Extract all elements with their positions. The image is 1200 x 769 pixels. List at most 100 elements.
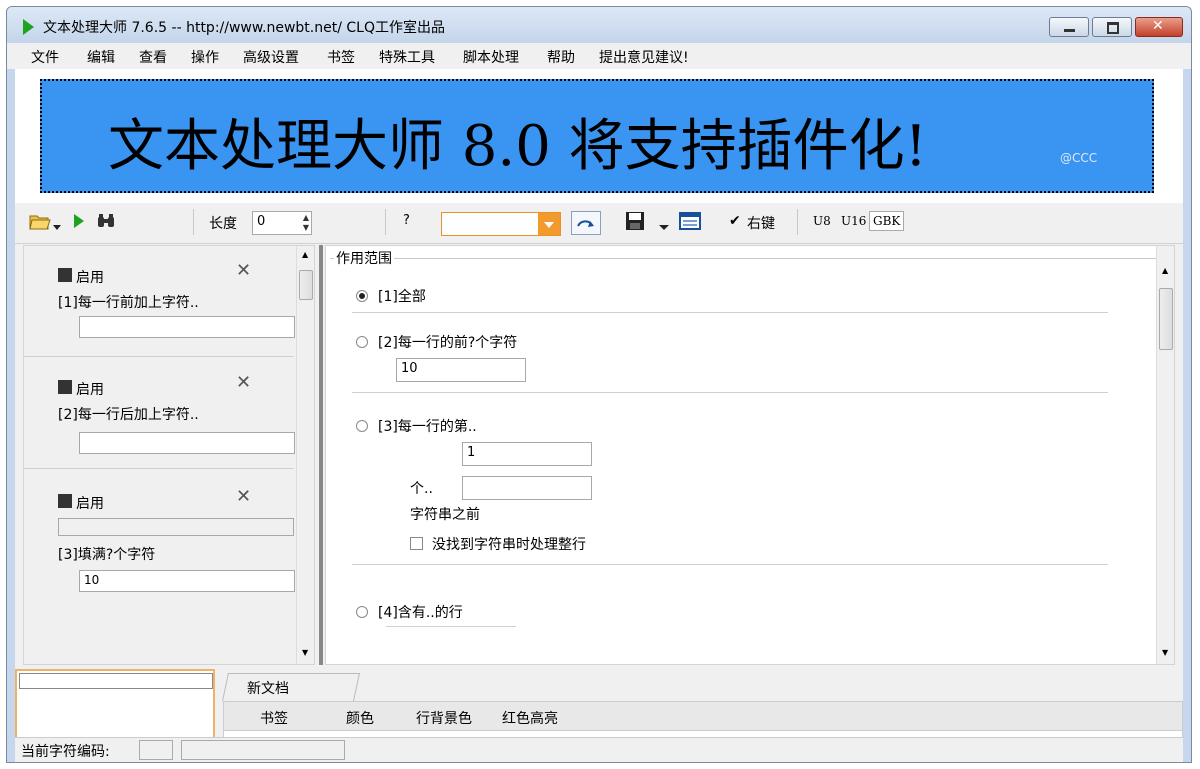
- app-window: 文本处理大师 7.6.5 -- http://www.newbt.net/ CL…: [6, 6, 1192, 763]
- length-value: 0: [257, 214, 266, 229]
- encoding-status-field: [139, 740, 173, 760]
- encoding-gbk-button[interactable]: GBK: [869, 211, 905, 231]
- window-title: 文本处理大师 7.6.5 -- http://www.newbt.net/ CL…: [43, 20, 445, 36]
- enable-checkbox[interactable]: [58, 494, 72, 508]
- scroll-up-icon[interactable]: ▲: [302, 250, 308, 259]
- window-icon[interactable]: [679, 212, 701, 234]
- app-play-icon: [23, 19, 34, 35]
- column-line-bg[interactable]: 行背景色: [416, 708, 472, 728]
- option-all-label: [1]全部: [378, 289, 426, 305]
- divider: [352, 312, 1108, 313]
- combo-dropdown-button[interactable]: [538, 213, 560, 235]
- menu-file[interactable]: 文件: [31, 47, 59, 67]
- radio-contains[interactable]: [356, 606, 368, 618]
- enable-label: 启用: [76, 496, 104, 512]
- maximize-button[interactable]: [1092, 17, 1132, 37]
- scroll-down-icon[interactable]: ▼: [1162, 648, 1168, 657]
- menu-script[interactable]: 脚本处理: [463, 47, 519, 67]
- prefix-input[interactable]: [79, 316, 295, 338]
- scope-panel: 作用范围 [1]全部 [2]每一行的前?个字符 10 [3]每一行的第.. 1 …: [325, 245, 1175, 665]
- right-scrollbar[interactable]: ▲ ▼: [1156, 246, 1174, 664]
- operation-card: 启用 ✕ [2]每一行后加上字符..: [24, 358, 295, 469]
- operation-label: [1]每一行前加上字符..: [58, 295, 199, 311]
- nth-start-input[interactable]: 1: [462, 442, 592, 466]
- left-scrollbar[interactable]: ▲ ▼: [296, 246, 314, 664]
- nth-string-input[interactable]: [462, 476, 592, 500]
- close-icon[interactable]: ✕: [236, 372, 251, 393]
- run-icon[interactable]: [73, 213, 85, 233]
- radio-all[interactable]: [356, 290, 368, 302]
- option-contains-label: [4]含有..的行: [378, 605, 463, 621]
- title-bar: 文本处理大师 7.6.5 -- http://www.newbt.net/ CL…: [7, 7, 1191, 43]
- chevron-down-icon[interactable]: [659, 219, 669, 235]
- divider: [352, 564, 1108, 565]
- toolbar-separator: [193, 209, 194, 235]
- before-string-label: 字符串之前: [410, 507, 480, 523]
- menu-edit[interactable]: 编辑: [87, 47, 115, 67]
- enable-checkbox[interactable]: [58, 268, 72, 282]
- radio-nth[interactable]: [356, 420, 368, 432]
- preview-field[interactable]: [19, 673, 213, 689]
- enable-label: 启用: [76, 382, 104, 398]
- radio-first-n-chars[interactable]: [356, 336, 368, 348]
- length-stepper[interactable]: 0 ▲ ▼: [252, 211, 312, 235]
- status-bar: 当前字符编码:: [15, 737, 1183, 762]
- ad-banner[interactable]: 文本处理大师 8.0 将支持插件化! @CCC: [40, 79, 1154, 193]
- menu-bookmarks[interactable]: 书签: [327, 47, 355, 67]
- client-area: 文本处理大师 8.0 将支持插件化! @CCC 长度 0 ▲ ▼ ? ✔ 右键 …: [15, 69, 1183, 762]
- scroll-down-icon[interactable]: ▼: [302, 648, 308, 657]
- scroll-thumb[interactable]: [1159, 288, 1173, 350]
- menu-advanced[interactable]: 高级设置: [243, 47, 299, 67]
- operation-card: 启用 ✕ [1]每一行前加上字符..: [24, 246, 295, 357]
- menu-special-tools[interactable]: 特殊工具: [379, 47, 435, 67]
- encoding-status-label: 当前字符编码:: [21, 744, 110, 760]
- binoculars-icon[interactable]: [97, 213, 115, 233]
- menu-bar: 文件 编辑 查看 操作 高级设置 书签 特殊工具 脚本处理 帮助 提出意见建议!: [7, 43, 1191, 69]
- tab-shape[interactable]: [222, 673, 360, 701]
- bookmark-list-header: 书签 颜色 行背景色 红色高亮: [223, 701, 1183, 731]
- operation-card: 启用 ✕ [3]填满?个字符 10: [24, 472, 295, 664]
- close-icon[interactable]: ✕: [236, 260, 251, 281]
- search-combo[interactable]: [441, 212, 561, 236]
- menu-feedback[interactable]: 提出意见建议!: [599, 47, 689, 67]
- menu-help[interactable]: 帮助: [547, 47, 575, 67]
- fill-count-input[interactable]: 10: [79, 570, 295, 592]
- option-nth-label: [3]每一行的第..: [378, 419, 477, 435]
- contains-input-edge: [386, 626, 516, 627]
- close-icon[interactable]: ✕: [236, 486, 251, 507]
- status-field: [181, 740, 345, 760]
- tab-new-document[interactable]: 新文档: [247, 678, 289, 698]
- enable-checkbox[interactable]: [58, 380, 72, 394]
- checkmark-icon: ✔: [729, 213, 741, 229]
- column-color[interactable]: 颜色: [346, 708, 374, 728]
- toolbar: 长度 0 ▲ ▼ ? ✔ 右键 U8 U16 GBK: [15, 203, 1183, 244]
- right-key-toggle[interactable]: 右键: [747, 213, 775, 233]
- chevron-down-icon[interactable]: [53, 219, 61, 235]
- suffix-input[interactable]: [79, 432, 295, 454]
- first-n-input[interactable]: 10: [396, 358, 526, 382]
- banner-small-text: @CCC: [1060, 151, 1098, 165]
- encoding-u8-button[interactable]: U8: [813, 214, 831, 228]
- count-label: 个..: [410, 481, 433, 497]
- help-button[interactable]: ?: [403, 213, 410, 228]
- open-folder-icon[interactable]: [29, 211, 51, 235]
- toolbar-separator: [385, 209, 386, 235]
- menu-view[interactable]: 查看: [139, 47, 167, 67]
- spin-arrows-icon[interactable]: ▲ ▼: [303, 213, 309, 233]
- menu-operate[interactable]: 操作: [191, 47, 219, 67]
- scroll-up-icon[interactable]: ▲: [1162, 266, 1168, 275]
- scope-title: 作用范围: [334, 248, 394, 268]
- save-icon[interactable]: [625, 211, 645, 235]
- close-button[interactable]: [1135, 17, 1183, 37]
- refresh-button[interactable]: [571, 211, 601, 235]
- column-red-highlight[interactable]: 红色高亮: [502, 708, 558, 728]
- banner-area: 文本处理大师 8.0 将支持插件化! @CCC: [15, 69, 1183, 203]
- operations-list: 启用 ✕ [1]每一行前加上字符.. 启用 ✕ [2]每一行后加上字符.. 启用…: [23, 245, 315, 665]
- column-bookmark[interactable]: 书签: [260, 708, 288, 728]
- scroll-thumb[interactable]: [299, 270, 313, 300]
- minimize-button[interactable]: [1049, 17, 1089, 37]
- whole-line-label: 没找到字符串时处理整行: [432, 537, 586, 553]
- encoding-u16-button[interactable]: U16: [841, 214, 866, 228]
- whole-line-checkbox[interactable]: [410, 537, 423, 550]
- pane-splitter[interactable]: [319, 245, 323, 665]
